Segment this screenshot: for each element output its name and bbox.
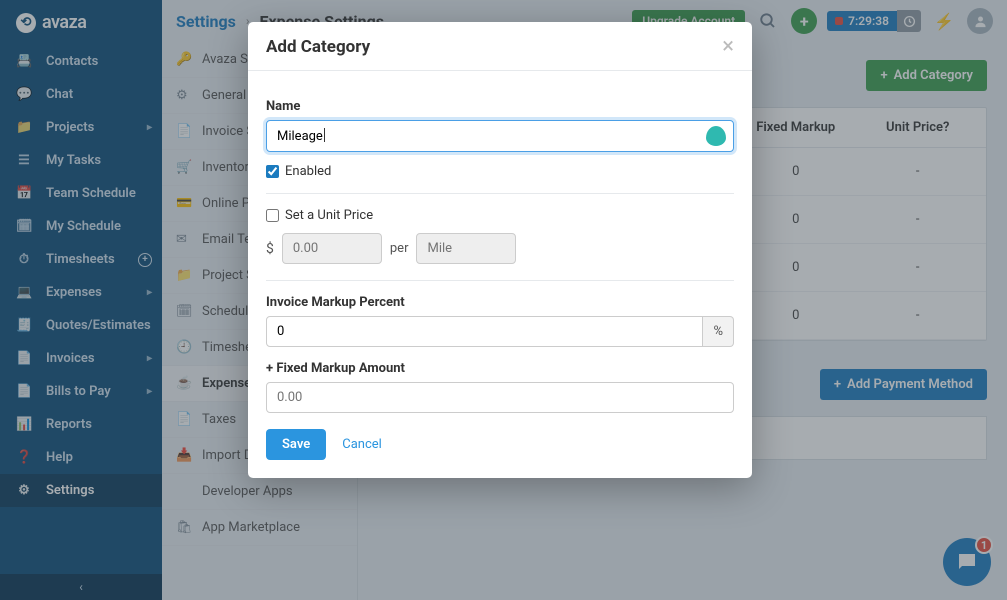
enabled-checkbox[interactable] xyxy=(266,165,279,178)
set-unit-price-label: Set a Unit Price xyxy=(285,208,373,223)
unit-price-input xyxy=(282,233,382,264)
markup-label: Invoice Markup Percent xyxy=(266,295,734,310)
name-input[interactable]: Mileage xyxy=(266,120,734,152)
fixed-markup-label: + Fixed Markup Amount xyxy=(266,361,734,376)
extension-icon xyxy=(706,126,726,146)
enabled-label: Enabled xyxy=(285,164,331,179)
set-unit-price-checkbox[interactable] xyxy=(266,209,279,222)
per-label: per xyxy=(390,241,409,256)
fixed-markup-input[interactable] xyxy=(266,382,734,413)
percent-addon: % xyxy=(703,316,734,347)
close-icon[interactable]: × xyxy=(722,36,734,58)
unit-name-input xyxy=(416,233,516,264)
markup-input[interactable] xyxy=(266,316,703,347)
modal-title: Add Category xyxy=(266,37,370,57)
add-category-modal: Add Category × Name Mileage Enabled Set … xyxy=(248,22,752,478)
currency-symbol: $ xyxy=(266,241,274,257)
name-label: Name xyxy=(266,99,734,114)
save-button[interactable]: Save xyxy=(266,429,326,460)
cancel-button[interactable]: Cancel xyxy=(342,437,382,452)
